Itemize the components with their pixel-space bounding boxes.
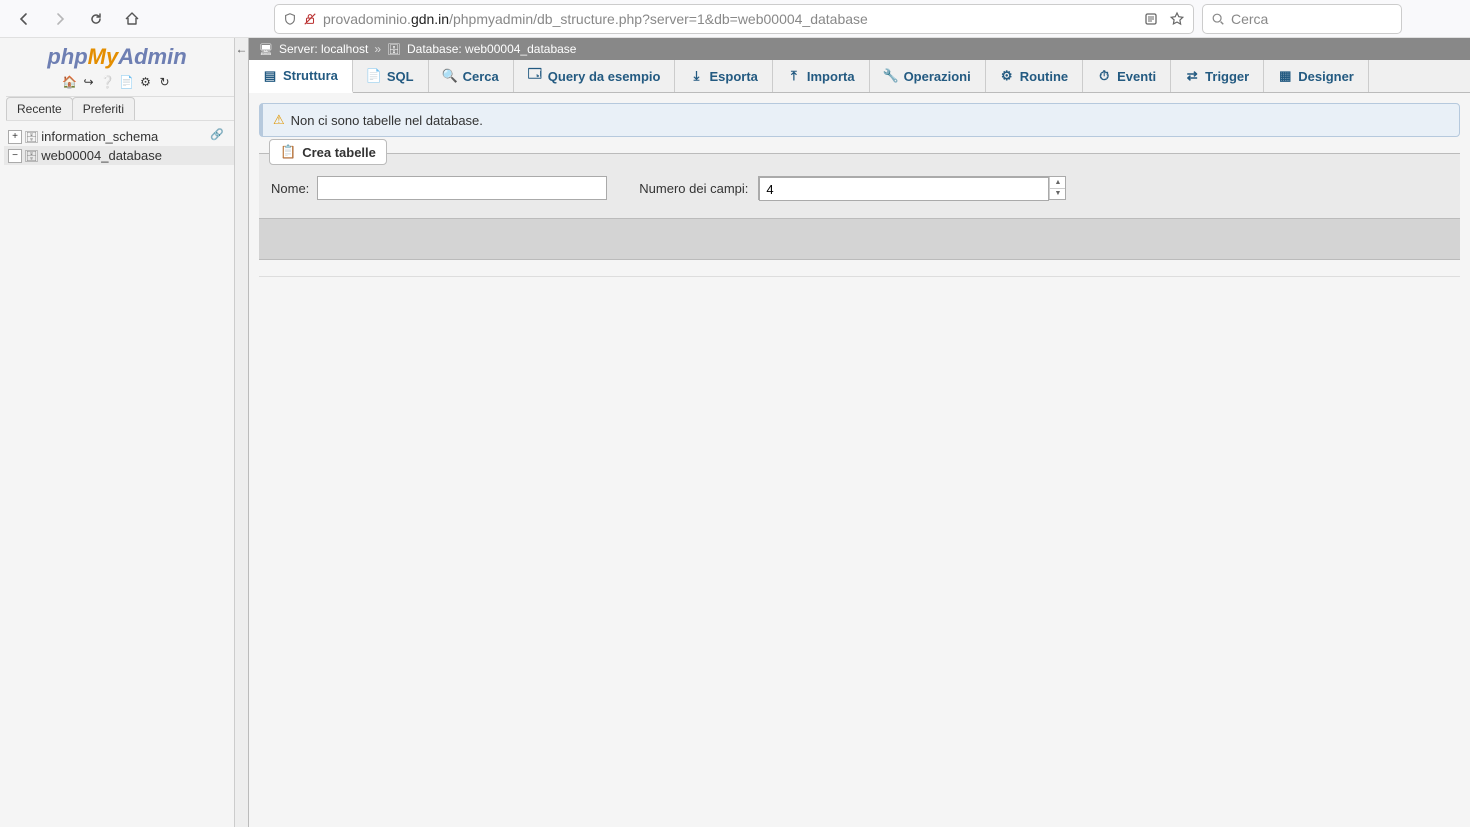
breadcrumb-database[interactable]: Database: web00004_database (407, 42, 576, 56)
tab-cerca[interactable]: 🔍Cerca (429, 60, 514, 92)
tab-importa[interactable]: ⤒Importa (773, 60, 870, 92)
lock-insecure-icon (303, 12, 317, 26)
designer-icon: ▦ (1278, 69, 1292, 83)
bookmark-star-icon[interactable] (1169, 11, 1185, 27)
db-tree: + 🗄 information_schema − 🗄 web00004_data… (0, 121, 234, 165)
expand-icon[interactable]: + (8, 130, 22, 144)
tab-favorites[interactable]: Preferiti (72, 97, 135, 120)
search-placeholder: Cerca (1231, 11, 1268, 27)
home-icon[interactable]: 🏠 (62, 74, 78, 90)
import-icon: ⤒ (787, 69, 801, 83)
tab-esporta[interactable]: ⤓Esporta (675, 60, 772, 92)
breadcrumb: 🖥 Server: localhost » 🗄 Database: web000… (249, 38, 1470, 60)
db-icon: 🗄 (24, 149, 39, 163)
url-bar[interactable]: provadominio.gdn.in/phpmyadmin/db_struct… (274, 4, 1194, 34)
table-name-input[interactable] (317, 176, 607, 200)
cols-label: Numero dei campi: (639, 181, 748, 196)
reader-icon[interactable] (1143, 11, 1159, 27)
database-icon: 🗄 (387, 43, 401, 56)
step-down-icon[interactable]: ▼ (1050, 189, 1065, 200)
sidebar: phpMyAdmin 🏠 ↪ ❔ 📄 ⚙ ↻ Recente Preferiti… (0, 38, 235, 827)
create-tables-fieldset: 📋 Crea tabelle Nome: Numero dei campi: ▲ (259, 153, 1460, 260)
alert-text: Non ci sono tabelle nel database. (291, 113, 483, 128)
warning-icon: ⚠ (273, 112, 285, 128)
tab-trigger[interactable]: ⇄Trigger (1171, 60, 1264, 92)
query-icon: 🗔 (528, 69, 542, 83)
reload-icon[interactable]: ↻ (157, 74, 173, 90)
breadcrumb-sep: » (374, 42, 381, 56)
breadcrumb-server[interactable]: Server: localhost (279, 42, 368, 56)
export-icon: ⤓ (689, 69, 703, 83)
settings-icon[interactable]: ⚙ (138, 74, 154, 90)
new-table-icon: 📋 (280, 144, 296, 160)
phpmyadmin-logo[interactable]: phpMyAdmin (0, 38, 234, 72)
server-icon: 🖥 (259, 43, 273, 56)
tree-item-web00004-database[interactable]: − 🗄 web00004_database (4, 146, 234, 165)
browser-toolbar: provadominio.gdn.in/phpmyadmin/db_struct… (0, 0, 1470, 38)
tab-query-da-esempio[interactable]: 🗔Query da esempio (514, 60, 676, 92)
sidebar-toolbar: 🏠 ↪ ❔ 📄 ⚙ ↻ (0, 72, 234, 96)
tree-label: information_schema (41, 129, 158, 144)
collapse-sidebar-button[interactable]: ← (235, 38, 249, 827)
back-button[interactable] (10, 5, 38, 33)
tab-routine[interactable]: ⚙Routine (986, 60, 1083, 92)
cols-value-input[interactable] (759, 177, 1049, 201)
create-tables-legend: 📋 Crea tabelle (269, 139, 387, 165)
home-button[interactable] (118, 5, 146, 33)
reload-button[interactable] (82, 5, 110, 33)
sql-icon: 📄 (367, 69, 381, 83)
tab-designer[interactable]: ▦Designer (1264, 60, 1369, 92)
cols-stepper[interactable]: ▲ ▼ (758, 176, 1066, 200)
tree-label: web00004_database (41, 148, 162, 163)
sidebar-tabs: Recente Preferiti (6, 96, 234, 121)
action-bar (259, 218, 1460, 260)
tab-eventi[interactable]: ⏱Eventi (1083, 60, 1171, 92)
shield-icon (283, 12, 297, 26)
tab-struttura[interactable]: ▤Struttura (249, 60, 353, 93)
structure-icon: ▤ (263, 69, 277, 83)
docs-icon[interactable]: ❔ (100, 74, 116, 90)
main-tabs: ▤Struttura 📄SQL 🔍Cerca 🗔Query da esempio… (249, 60, 1470, 93)
tree-item-information-schema[interactable]: + 🗄 information_schema (4, 127, 234, 146)
divider (259, 276, 1460, 277)
trigger-icon: ⇄ (1185, 69, 1199, 83)
sql-icon[interactable]: 📄 (119, 74, 135, 90)
routine-icon: ⚙ (1000, 69, 1014, 83)
collapse-icon[interactable]: − (8, 149, 22, 163)
alert-no-tables: ⚠ Non ci sono tabelle nel database. (259, 103, 1460, 137)
tab-sql[interactable]: 📄SQL (353, 60, 429, 92)
logout-icon[interactable]: ↪ (81, 74, 97, 90)
ops-icon: 🔧 (884, 69, 898, 83)
tab-recent[interactable]: Recente (6, 97, 73, 120)
browser-search[interactable]: Cerca (1202, 4, 1402, 34)
name-label: Nome: (271, 181, 309, 196)
events-icon: ⏱ (1097, 69, 1111, 83)
search-icon (1211, 12, 1225, 26)
url-text: provadominio.gdn.in/phpmyadmin/db_struct… (323, 11, 868, 27)
link-icon[interactable]: 🔗 (210, 128, 224, 141)
db-icon: 🗄 (24, 130, 39, 144)
tab-operazioni[interactable]: 🔧Operazioni (870, 60, 986, 92)
search-icon: 🔍 (443, 69, 457, 83)
forward-button[interactable] (46, 5, 74, 33)
step-up-icon[interactable]: ▲ (1050, 177, 1065, 189)
